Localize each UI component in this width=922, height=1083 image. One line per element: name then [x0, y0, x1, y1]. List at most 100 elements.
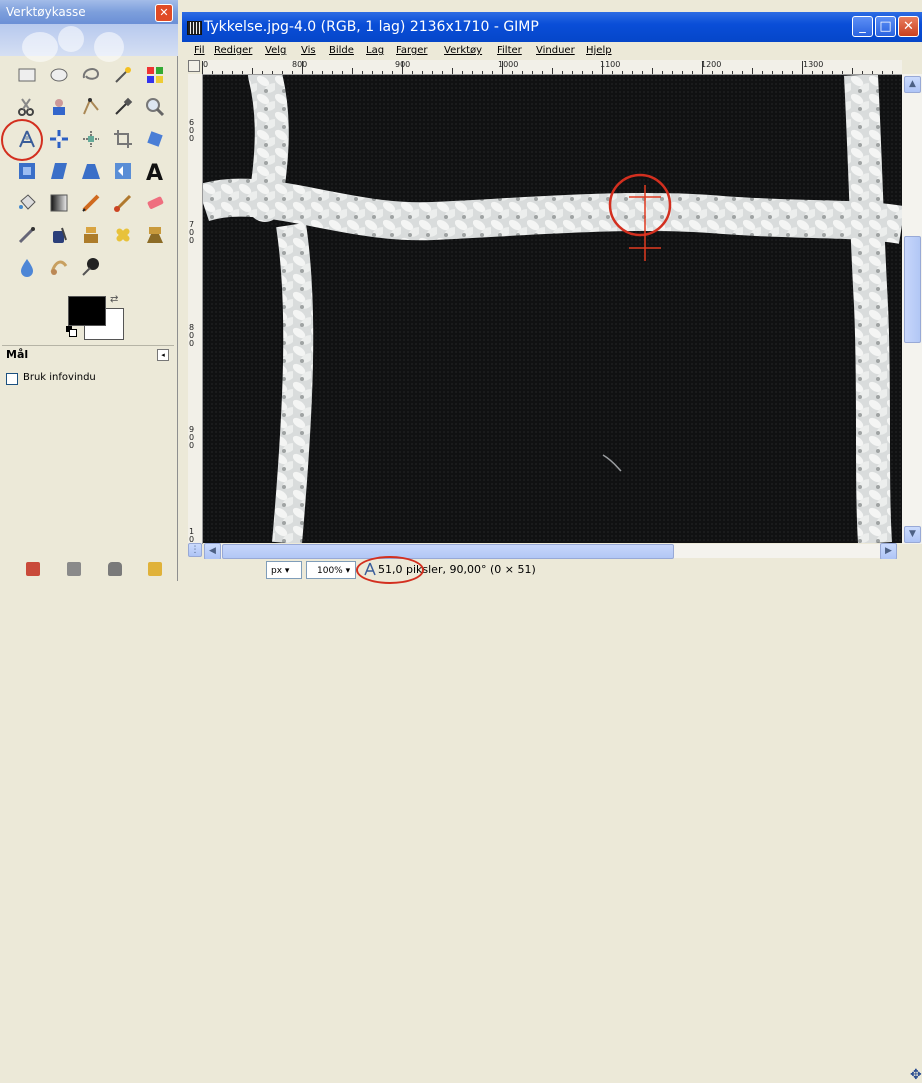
- paths-icon[interactable]: [78, 94, 104, 120]
- menu-colors[interactable]: Farger: [396, 45, 428, 56]
- horizontal-scroll-row: ⋮ ◀ ▶ ✥: [188, 543, 922, 1083]
- lasso-icon[interactable]: [78, 62, 104, 88]
- menu-view[interactable]: Vis: [301, 45, 316, 56]
- rect-select-icon[interactable]: [14, 62, 40, 88]
- menu-help[interactable]: Hjelp: [586, 45, 612, 56]
- ruler-tick: [852, 68, 853, 74]
- reset-options-icon[interactable]: [148, 562, 162, 576]
- text-tool-icon[interactable]: A: [142, 158, 168, 184]
- delete-options-icon[interactable]: [108, 562, 122, 576]
- maximize-button[interactable]: □: [875, 16, 896, 37]
- ruler-tick: [582, 71, 583, 74]
- bucket-fill-icon[interactable]: [14, 190, 40, 216]
- options-divider: [2, 345, 174, 346]
- unit-select[interactable]: px ▾: [266, 561, 302, 579]
- zoom-icon[interactable]: [142, 94, 168, 120]
- ruler-label: 1200: [701, 60, 722, 69]
- menu-filters[interactable]: Filter: [497, 45, 522, 56]
- ruler-tick: [872, 71, 873, 74]
- options-menu-icon[interactable]: ◂: [157, 349, 169, 361]
- blend-icon[interactable]: [46, 190, 72, 216]
- foreground-color-swatch[interactable]: [68, 296, 106, 326]
- menu-layer[interactable]: Lag: [366, 45, 384, 56]
- minimize-button[interactable]: _: [852, 16, 873, 37]
- toolbox-bottom-bar: [0, 558, 178, 581]
- foreground-select-icon[interactable]: [46, 94, 72, 120]
- vertical-scrollbar[interactable]: ▲ ▼: [902, 74, 922, 544]
- color-select-icon[interactable]: [142, 62, 168, 88]
- align-icon[interactable]: [78, 126, 104, 152]
- navigation-corner-icon[interactable]: ⋮: [188, 543, 202, 557]
- ruler-tick: [782, 71, 783, 74]
- flip-icon[interactable]: [110, 158, 136, 184]
- ink-icon[interactable]: [46, 222, 72, 248]
- use-info-window-checkbox[interactable]: [6, 373, 18, 385]
- ruler-tick: [202, 61, 203, 74]
- ruler-label: 1300: [803, 60, 824, 69]
- ruler-tick: [302, 61, 303, 74]
- restore-options-icon[interactable]: [67, 562, 81, 576]
- menu-image[interactable]: Bilde: [329, 45, 354, 56]
- close-button[interactable]: ✕: [898, 16, 919, 37]
- menu-edit[interactable]: Rediger: [214, 45, 252, 56]
- clone-icon[interactable]: [78, 222, 104, 248]
- default-colors-icon[interactable]: [66, 326, 77, 337]
- save-options-icon[interactable]: [26, 562, 40, 576]
- ruler-tick: [332, 71, 333, 74]
- shear-icon[interactable]: [46, 158, 72, 184]
- menu-file[interactable]: Fil: [194, 45, 205, 56]
- scale-icon[interactable]: [14, 158, 40, 184]
- eraser-icon[interactable]: [142, 190, 168, 216]
- ruler-tick: [862, 71, 863, 74]
- menu-select[interactable]: Velg: [265, 45, 286, 56]
- rotate-icon[interactable]: [142, 126, 168, 152]
- ruler-tick: [362, 71, 363, 74]
- ruler-label: 1100: [600, 60, 621, 69]
- horizontal-scroll-thumb[interactable]: [222, 544, 674, 559]
- image-window-title: Tykkelse.jpg-4.0 (RGB, 1 lag) 2136x1710 …: [182, 12, 922, 42]
- toolbox-close-button[interactable]: ✕: [155, 4, 173, 22]
- color-area[interactable]: ⇄: [66, 294, 126, 340]
- ruler-tick: [762, 71, 763, 74]
- swap-colors-icon[interactable]: ⇄: [110, 294, 118, 305]
- navigate-icon[interactable]: ✥: [910, 1067, 922, 1083]
- ruler-tick: [632, 71, 633, 74]
- perspective-icon[interactable]: [78, 158, 104, 184]
- vertical-scroll-thumb[interactable]: [904, 236, 921, 343]
- tool-options-title: Mål: [6, 348, 29, 361]
- scroll-left-icon[interactable]: ◀: [204, 543, 221, 560]
- status-bar: px ▾ 100% ▾ 51,0 piksler, 90,00° (0 × 51…: [182, 556, 922, 584]
- crop-icon[interactable]: [110, 126, 136, 152]
- ruler-tick: [222, 71, 223, 74]
- smudge-icon[interactable]: [46, 254, 72, 280]
- fuzzy-select-icon[interactable]: [110, 62, 136, 88]
- ellipse-select-icon[interactable]: [46, 62, 72, 88]
- scroll-down-icon[interactable]: ▼: [904, 526, 921, 543]
- horizontal-scrollbar[interactable]: ◀ ▶: [204, 543, 897, 560]
- pencil-icon[interactable]: [78, 190, 104, 216]
- zoom-select[interactable]: 100% ▾: [306, 561, 356, 579]
- airbrush-icon[interactable]: [14, 222, 40, 248]
- scroll-up-icon[interactable]: ▲: [904, 76, 921, 93]
- image-canvas[interactable]: [203, 75, 902, 543]
- ruler-tick: [292, 71, 293, 74]
- readout-annotation-circle: [356, 556, 424, 584]
- scissors-icon[interactable]: [14, 94, 40, 120]
- horizontal-ruler: 0 800 900 1000 1100 1200 1300: [202, 60, 902, 75]
- menu-windows[interactable]: Vinduer: [536, 45, 575, 56]
- ruler-tick: [892, 71, 893, 74]
- perspective-clone-icon[interactable]: [142, 222, 168, 248]
- ruler-tick: [352, 68, 353, 74]
- ruler-label: 0: [203, 60, 209, 69]
- scroll-right-icon[interactable]: ▶: [880, 543, 897, 560]
- heal-icon[interactable]: [110, 222, 136, 248]
- ruler-label: 700: [189, 220, 195, 245]
- dodge-burn-icon[interactable]: [78, 254, 104, 280]
- paintbrush-icon[interactable]: [110, 190, 136, 216]
- color-picker-icon[interactable]: [110, 94, 136, 120]
- quick-mask-corner[interactable]: [188, 60, 200, 72]
- move-icon[interactable]: [46, 126, 72, 152]
- blur-icon[interactable]: [14, 254, 40, 280]
- ruler-tick: [522, 71, 523, 74]
- menu-tools[interactable]: Verktøy: [444, 45, 482, 56]
